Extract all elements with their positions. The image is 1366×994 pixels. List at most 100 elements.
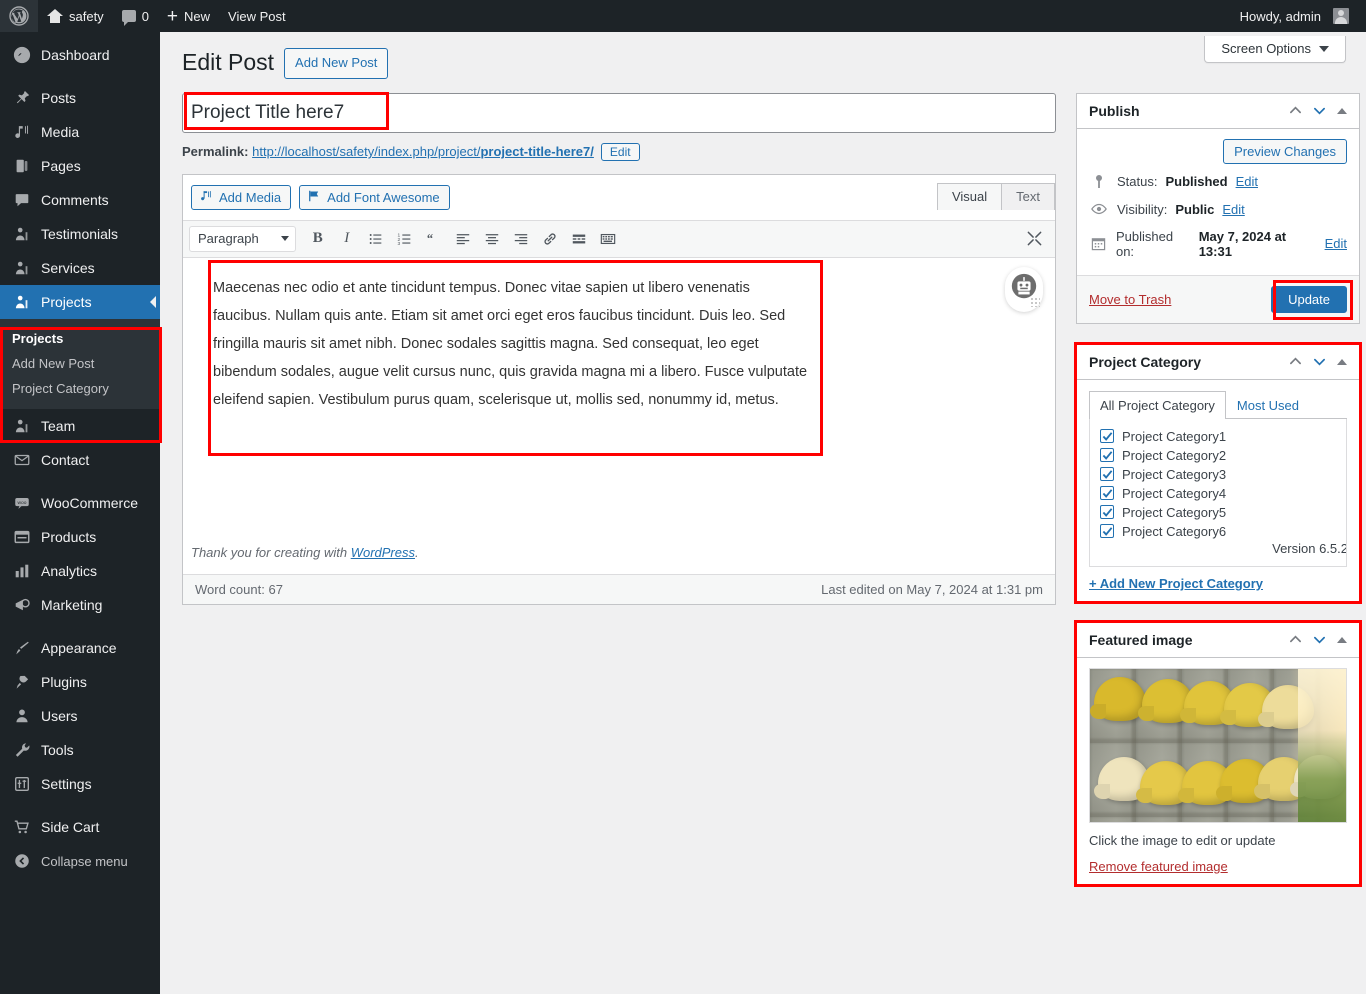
remove-featured-image-link[interactable]: Remove featured image — [1089, 859, 1347, 874]
view-post-link[interactable]: View Post — [219, 0, 295, 32]
italic-icon[interactable]: I — [334, 226, 360, 252]
edit-published-link[interactable]: Edit — [1325, 236, 1347, 251]
toggle-panel-icon[interactable] — [1337, 358, 1347, 365]
drag-handle-icon[interactable] — [1031, 297, 1040, 307]
person-icon — [12, 258, 32, 278]
sidebar-item-posts[interactable]: Posts — [0, 81, 160, 115]
featured-image-thumbnail[interactable] — [1089, 667, 1347, 823]
checkbox-checked-icon[interactable] — [1100, 467, 1114, 482]
editor-content-area[interactable]: Maecenas nec odio et ante tincidunt temp… — [183, 257, 1055, 535]
editor-toolbar: Paragraph B I 123 “ — [183, 219, 1055, 258]
sidebar-subitem-add-new-post[interactable]: Add New Post — [0, 351, 160, 376]
checkbox-checked-icon[interactable] — [1100, 429, 1114, 444]
bulleted-list-icon[interactable] — [363, 226, 389, 252]
category-checklist[interactable]: Project Category1 Project Category2 Proj… — [1089, 418, 1347, 567]
move-down-icon[interactable] — [1313, 104, 1326, 117]
read-more-icon[interactable] — [566, 226, 592, 252]
sidebar-item-dashboard[interactable]: Dashboard — [0, 38, 160, 72]
category-item[interactable]: Project Category4 — [1100, 484, 1336, 503]
sidebar-item-plugins[interactable]: Plugins — [0, 665, 160, 699]
category-item[interactable]: Project Category5 — [1100, 503, 1336, 522]
collapse-menu-button[interactable]: Collapse menu — [0, 844, 160, 878]
checkbox-checked-icon[interactable] — [1100, 524, 1114, 539]
sidebar-item-marketing[interactable]: Marketing — [0, 588, 160, 622]
screen-options-button[interactable]: Screen Options — [1204, 36, 1346, 63]
numbered-list-icon[interactable]: 123 — [392, 226, 418, 252]
sidebar-item-label: Plugins — [41, 674, 87, 690]
move-down-icon[interactable] — [1313, 355, 1326, 368]
move-up-icon[interactable] — [1289, 104, 1302, 117]
comments-bubble-link[interactable]: 0 — [113, 0, 158, 32]
category-item[interactable]: Project Category2 — [1100, 446, 1336, 465]
add-new-project-category-link[interactable]: + Add New Project Category — [1089, 576, 1347, 591]
sidebar-item-woocommerce[interactable]: woo WooCommerce — [0, 486, 160, 520]
paragraph-format-select[interactable]: Paragraph — [189, 225, 296, 252]
sidebar-item-contact[interactable]: Contact — [0, 443, 160, 477]
add-media-button[interactable]: Add Media — [191, 184, 292, 210]
fullscreen-icon[interactable] — [1021, 226, 1047, 252]
move-to-trash-link[interactable]: Move to Trash — [1089, 292, 1171, 307]
eye-icon — [1089, 202, 1109, 216]
sidebar-item-analytics[interactable]: Analytics — [0, 554, 160, 588]
tab-visual[interactable]: Visual — [936, 182, 1003, 210]
move-down-icon[interactable] — [1313, 633, 1326, 646]
sidebar-item-media[interactable]: Media — [0, 115, 160, 149]
wordpress-link[interactable]: WordPress — [351, 545, 415, 560]
wordpress-logo-menu[interactable] — [0, 0, 38, 32]
sidebar-item-tools[interactable]: Tools — [0, 733, 160, 767]
sidebar-subitem-projects[interactable]: Projects — [0, 326, 160, 351]
new-content-menu[interactable]: + New — [158, 0, 219, 32]
sidebar-item-settings[interactable]: Settings — [0, 767, 160, 801]
edit-status-link[interactable]: Edit — [1236, 174, 1258, 189]
sidebar-item-services[interactable]: Services — [0, 251, 160, 285]
robot-assistant-icon[interactable] — [1005, 266, 1043, 312]
sidebar-item-team[interactable]: Team — [0, 409, 160, 443]
blockquote-icon[interactable]: “ — [421, 226, 447, 252]
category-item[interactable]: Project Category6 — [1100, 522, 1336, 541]
sidebar-item-pages[interactable]: Pages — [0, 149, 160, 183]
align-left-icon[interactable] — [450, 226, 476, 252]
checkbox-checked-icon[interactable] — [1100, 505, 1114, 520]
status-row: Status: Published Edit — [1089, 168, 1347, 196]
checkbox-checked-icon[interactable] — [1100, 448, 1114, 463]
tab-text[interactable]: Text — [1001, 182, 1055, 210]
align-right-icon[interactable] — [508, 226, 534, 252]
sidebar-item-users[interactable]: Users — [0, 699, 160, 733]
sidebar-item-side-cart[interactable]: Side Cart — [0, 810, 160, 844]
sidebar-item-label: Appearance — [41, 640, 117, 656]
screen-meta: Screen Options — [1204, 36, 1346, 63]
sidebar-item-products[interactable]: Products — [0, 520, 160, 554]
site-name-menu[interactable]: safety — [38, 0, 113, 32]
category-label: Project Category3 — [1122, 466, 1227, 482]
permalink-link[interactable]: http://localhost/safety/index.php/projec… — [252, 144, 594, 159]
category-label: Project Category2 — [1122, 447, 1227, 463]
edit-permalink-button[interactable]: Edit — [600, 142, 640, 161]
edit-visibility-link[interactable]: Edit — [1222, 202, 1244, 217]
title-wrap — [182, 91, 1056, 133]
sidebar-item-comments[interactable]: Comments — [0, 183, 160, 217]
link-icon[interactable] — [537, 226, 563, 252]
sidebar-item-testimonials[interactable]: Testimonials — [0, 217, 160, 251]
user-icon — [12, 706, 32, 726]
category-item[interactable]: Project Category3 — [1100, 465, 1336, 484]
update-button[interactable]: Update — [1271, 285, 1347, 313]
sidebar-item-projects[interactable]: Projects — [0, 285, 160, 319]
bold-icon[interactable]: B — [305, 226, 331, 252]
checkbox-checked-icon[interactable] — [1100, 486, 1114, 501]
toolbar-toggle-icon[interactable] — [595, 226, 621, 252]
align-center-icon[interactable] — [479, 226, 505, 252]
add-font-awesome-button[interactable]: Add Font Awesome — [299, 184, 450, 210]
my-account-menu[interactable]: Howdy, admin — [1231, 0, 1358, 32]
toggle-panel-icon[interactable] — [1337, 107, 1347, 114]
move-up-icon[interactable] — [1289, 355, 1302, 368]
move-up-icon[interactable] — [1289, 633, 1302, 646]
preview-changes-button[interactable]: Preview Changes — [1223, 138, 1347, 164]
sidebar-item-appearance[interactable]: Appearance — [0, 631, 160, 665]
post-title-input[interactable] — [182, 92, 1056, 133]
sidebar-subitem-project-category[interactable]: Project Category — [0, 376, 160, 401]
tab-most-used[interactable]: Most Used — [1226, 391, 1310, 419]
add-new-post-button[interactable]: Add New Post — [284, 48, 389, 79]
toggle-panel-icon[interactable] — [1337, 636, 1347, 643]
category-item[interactable]: Project Category1 — [1100, 427, 1336, 446]
tab-all-project-category[interactable]: All Project Category — [1089, 390, 1226, 419]
